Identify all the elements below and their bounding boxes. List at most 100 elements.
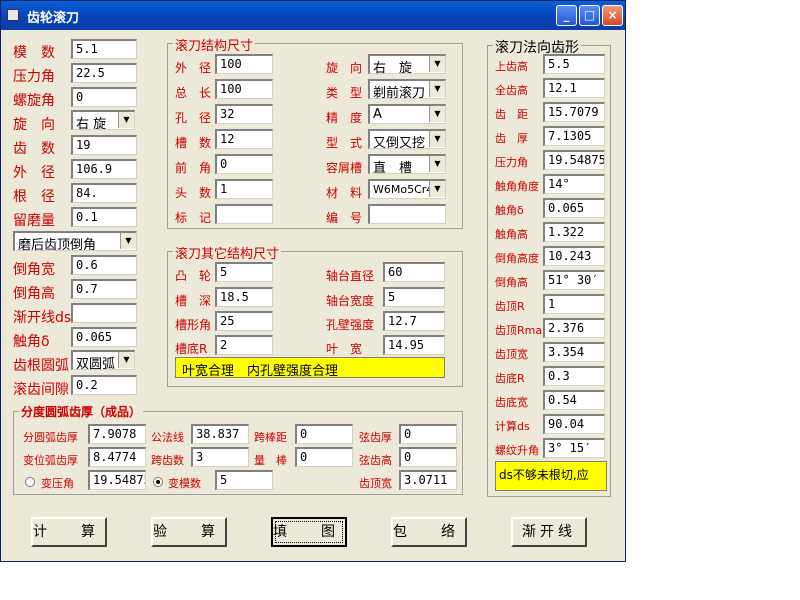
involute-button[interactable]: 渐开线	[511, 517, 587, 547]
combo-hob-flute[interactable]: 直 槽 ▼	[368, 154, 446, 176]
label-helix-angle: 螺旋角	[13, 93, 55, 109]
value-tooth-thickness[interactable]: 7.1305	[543, 126, 605, 146]
input-over-pins[interactable]: 0	[295, 424, 353, 444]
value-calc-ds[interactable]: 90.04	[543, 414, 605, 434]
combo-hob-material[interactable]: W6Mo5Cr4 ▼	[368, 179, 446, 199]
input-module[interactable]: 5.1	[71, 39, 137, 59]
input-hub-dia[interactable]: 60	[383, 262, 445, 282]
input-chamfer-height[interactable]: 0.7	[71, 279, 137, 299]
input-gash-angle[interactable]: 25	[215, 311, 273, 331]
value-chamfer-height[interactable]: 10.243	[543, 246, 605, 266]
input-span[interactable]: 38.837	[191, 424, 249, 444]
combo-hob-type[interactable]: 剃前滚刀 ▼	[368, 79, 446, 101]
input-arc-thickness[interactable]: 7.9078	[88, 424, 146, 444]
label-feeler-angle: 触角角度	[495, 180, 539, 193]
value-pitch[interactable]: 15.7079	[543, 102, 605, 122]
title-bar[interactable]: 齿轮滚刀 _ □ ×	[1, 1, 625, 30]
envelope-button[interactable]: 包 络	[391, 517, 467, 547]
value-profile-pressure-angle[interactable]: 19.54875	[543, 150, 605, 170]
input-hub-width[interactable]: 5	[383, 287, 445, 307]
input-feeler-delta[interactable]: 0.065	[71, 327, 137, 347]
label-hob-rake: 前 角	[175, 161, 212, 175]
input-hob-bore[interactable]: 32	[215, 104, 273, 124]
combo-hand[interactable]: 右 旋 ▼	[71, 110, 135, 132]
input-relief[interactable]: 5	[215, 262, 273, 282]
chevron-down-icon[interactable]: ▼	[429, 81, 445, 97]
chevron-down-icon[interactable]: ▼	[429, 156, 445, 172]
radio-shift-module[interactable]	[153, 477, 163, 487]
combo-grind-chamfer[interactable]: 磨后齿顶倒角 ▼	[13, 231, 137, 253]
value-addendum[interactable]: 5.5	[543, 54, 605, 74]
input-grind-allowance[interactable]: 0.1	[71, 207, 137, 227]
input-root-dia[interactable]: 84.	[71, 183, 137, 203]
input-outer-dia[interactable]: 106.9	[71, 159, 137, 179]
chevron-down-icon[interactable]: ▼	[429, 56, 445, 72]
label-chamfer-angle: 倒角高	[495, 276, 528, 289]
combo-hob-style-value: 又倒又挖	[373, 136, 426, 151]
chevron-down-icon[interactable]: ▼	[120, 233, 136, 249]
input-land-width[interactable]: 14.95	[383, 335, 445, 355]
value-tip-width[interactable]: 3.354	[543, 342, 605, 362]
input-hob-starts[interactable]: 1	[215, 179, 273, 199]
radio-shift-pressure-angle[interactable]	[25, 477, 35, 487]
input-involute-ds[interactable]	[71, 303, 137, 323]
verify-button[interactable]: 验 算	[151, 517, 227, 547]
value-whole-depth[interactable]: 12.1	[543, 78, 605, 98]
input-chamfer-width[interactable]: 0.6	[71, 255, 137, 275]
input-chordal-thickness[interactable]: 0	[399, 424, 457, 444]
input-hob-rake[interactable]: 0	[215, 154, 273, 174]
chevron-down-icon[interactable]: ▼	[118, 352, 134, 368]
input-shift-module[interactable]: 5	[215, 470, 273, 490]
label-gash-depth: 槽 深	[175, 294, 212, 308]
label-root-width: 齿底宽	[495, 396, 528, 409]
value-tip-r[interactable]: 1	[543, 294, 605, 314]
chevron-down-icon[interactable]: ▼	[429, 106, 445, 122]
label-hob-type: 类 型	[326, 86, 363, 100]
input-hob-length[interactable]: 100	[215, 79, 273, 99]
input-hob-number[interactable]	[368, 204, 446, 224]
value-chamfer-angle[interactable]: 51° 30′	[543, 270, 605, 290]
minimize-button[interactable]: _	[556, 5, 577, 26]
input-shifted-thickness[interactable]: 8.4774	[88, 447, 146, 467]
value-tip-rmax[interactable]: 2.376	[543, 318, 605, 338]
label-hob-accuracy: 精 度	[326, 111, 363, 125]
chevron-down-icon[interactable]: ▼	[429, 131, 445, 147]
combo-hob-hand[interactable]: 右 旋 ▼	[368, 54, 446, 76]
fill-drawing-button[interactable]: 填 图	[271, 517, 347, 547]
chevron-down-icon[interactable]: ▼	[118, 112, 134, 128]
label-hob-material: 材 料	[326, 186, 363, 200]
input-hob-gashes[interactable]: 12	[215, 129, 273, 149]
input-finished-tip-width[interactable]: 3.0711	[399, 470, 457, 490]
input-helix-angle[interactable]: 0	[71, 87, 137, 107]
input-hobbing-clearance[interactable]: 0.2	[71, 375, 137, 395]
calculate-button[interactable]: 计 算	[31, 517, 107, 547]
value-root-width[interactable]: 0.54	[543, 390, 605, 410]
label-gash-root-r: 槽底R	[175, 342, 208, 356]
input-pressure-angle[interactable]: 22.5	[71, 63, 137, 83]
label-feeler-height: 触角高	[495, 228, 528, 241]
combo-hob-style[interactable]: 又倒又挖 ▼	[368, 129, 446, 151]
input-gash-root-r[interactable]: 2	[215, 335, 273, 355]
label-land-width: 叶 宽	[326, 342, 363, 356]
close-button[interactable]: ×	[602, 5, 623, 26]
value-feeler-angle[interactable]: 14°	[543, 174, 605, 194]
combo-root-arc[interactable]: 双圆弧 ▼	[71, 350, 135, 372]
value-feeler-height[interactable]: 1.322	[543, 222, 605, 242]
value-root-r[interactable]: 0.3	[543, 366, 605, 386]
combo-hob-hand-value: 右 旋	[373, 61, 413, 76]
label-hob-mark: 标 记	[175, 211, 212, 225]
input-teeth[interactable]: 19	[71, 135, 137, 155]
input-hob-outer-dia[interactable]: 100	[215, 54, 273, 74]
input-span-teeth[interactable]: 3	[191, 447, 249, 467]
input-pin-size[interactable]: 0	[295, 447, 353, 467]
chevron-down-icon[interactable]: ▼	[429, 181, 445, 197]
input-chordal-height[interactable]: 0	[399, 447, 457, 467]
value-lead-angle[interactable]: 3° 15′	[543, 438, 605, 458]
value-feeler-delta[interactable]: 0.065	[543, 198, 605, 218]
input-hob-mark[interactable]	[215, 204, 273, 224]
maximize-button[interactable]: □	[579, 5, 600, 26]
input-bore-wall[interactable]: 12.7	[383, 311, 445, 331]
input-shift-pressure-angle[interactable]: 19.54875	[88, 470, 146, 490]
combo-hob-accuracy[interactable]: A ▼	[368, 104, 446, 124]
input-gash-depth[interactable]: 18.5	[215, 287, 273, 307]
